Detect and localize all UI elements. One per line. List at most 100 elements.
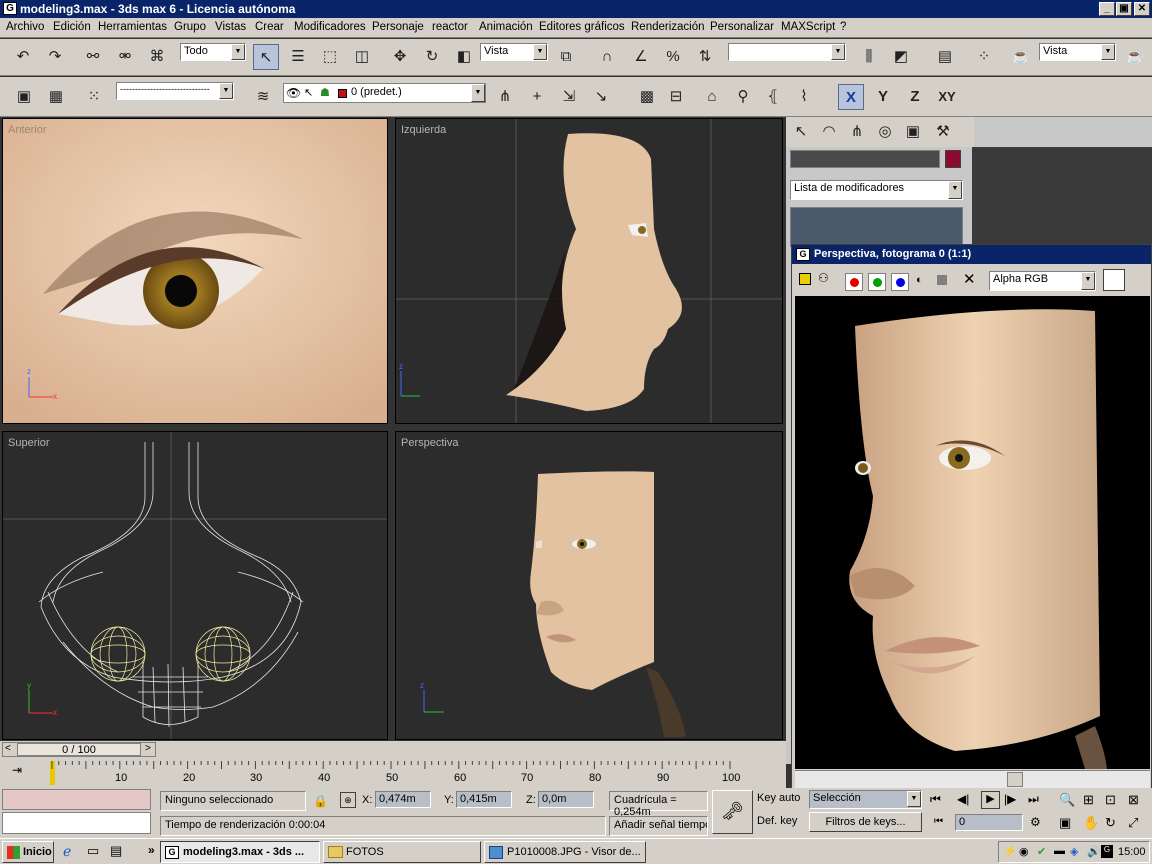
current-frame-field[interactable]: 0: [955, 814, 1023, 831]
select-layer-icon[interactable]: ⇲: [556, 84, 582, 110]
display-tab-icon[interactable]: ▣: [900, 119, 926, 145]
app-icon[interactable]: G: [3, 2, 17, 15]
zoom-extents-icon[interactable]: ⊡: [1105, 792, 1116, 808]
menu-reactor[interactable]: reactor: [432, 21, 468, 33]
viewport-top[interactable]: y x Superior: [2, 431, 388, 740]
hierarchy-tab-icon[interactable]: ⋔: [844, 119, 870, 145]
dope-sheet-icon[interactable]: ⦃: [760, 84, 786, 110]
menu-vistas[interactable]: Vistas: [215, 21, 246, 33]
create-tab-icon[interactable]: ↖: [788, 119, 814, 145]
checker-icon[interactable]: ▩: [634, 84, 660, 110]
viewport-label-left[interactable]: Izquierda: [401, 124, 446, 136]
media-icon[interactable]: ▤: [110, 843, 126, 859]
axis-xy-button[interactable]: XY: [934, 84, 960, 110]
auto-key-button[interactable]: Key auto: [757, 792, 805, 810]
tray-icon-5[interactable]: ◈: [1070, 845, 1078, 858]
motion-tab-icon[interactable]: ◎: [872, 119, 898, 145]
channel-dropdown[interactable]: Alpha RGB ▼: [989, 271, 1096, 291]
time-config-icon[interactable]: ⚙: [1030, 815, 1041, 829]
percent-snap-icon[interactable]: %: [660, 44, 686, 70]
ie-icon[interactable]: ℯ: [63, 843, 79, 859]
clone-window-icon[interactable]: ⚇: [818, 271, 829, 285]
frame-counter[interactable]: 0 / 100: [17, 743, 141, 756]
scale-icon[interactable]: ◧: [451, 44, 477, 70]
green-channel-button[interactable]: [868, 273, 886, 291]
z-coordinate-field[interactable]: 0,0m: [538, 791, 594, 808]
layer-manager-icon[interactable]: ▤: [932, 44, 958, 70]
undo-icon[interactable]: ↶: [10, 44, 36, 70]
viewport-label-perspective[interactable]: Perspectiva: [401, 437, 458, 449]
set-current-layer-icon[interactable]: ↘: [588, 84, 614, 110]
viewport-label-front[interactable]: Anterior: [8, 124, 47, 136]
maxscript-input[interactable]: [2, 812, 151, 834]
character-icon[interactable]: ⚲: [730, 84, 756, 110]
pan-icon[interactable]: ✋: [1083, 815, 1099, 831]
track-view-icon[interactable]: ⊟: [663, 84, 689, 110]
viewport-label-top[interactable]: Superior: [8, 437, 50, 449]
menu-editores-graficos[interactable]: Editores gráficos: [539, 21, 625, 33]
set-key-button[interactable]: Def. key: [757, 815, 805, 833]
menu-archivo[interactable]: Archivo: [6, 21, 44, 33]
set-key-icon[interactable]: 🗝: [712, 790, 753, 834]
y-coordinate-field[interactable]: 0,415m: [456, 791, 512, 808]
menu-crear[interactable]: Crear: [255, 21, 284, 33]
previous-frame-icon[interactable]: ◀|: [957, 792, 969, 806]
start-button[interactable]: Inicio: [2, 841, 54, 863]
box-icon[interactable]: ▣: [11, 84, 37, 110]
key-filters-button[interactable]: Filtros de keys...: [809, 812, 922, 832]
lock-icon[interactable]: 🔒: [313, 794, 328, 808]
add-time-tag-button[interactable]: Añadir señal tiempo: [609, 816, 708, 836]
pivot-center-icon[interactable]: ⧉: [553, 44, 579, 70]
tray-icon-1[interactable]: ⚡: [1003, 845, 1017, 858]
axis-z-button[interactable]: Z: [902, 84, 928, 110]
restore-button[interactable]: ▣: [1116, 2, 1132, 16]
select-by-name-icon[interactable]: ☰: [285, 44, 311, 70]
zoom-all-icon[interactable]: ⊞: [1083, 792, 1094, 808]
render-view-dropdown[interactable]: Vista ▼: [1039, 43, 1116, 61]
blue-channel-button[interactable]: [891, 273, 909, 291]
menu-personalizar[interactable]: Personalizar: [710, 21, 774, 33]
object-color-swatch[interactable]: [945, 150, 961, 168]
spinner-snap-icon[interactable]: ⇅: [692, 44, 718, 70]
prev-frame-button[interactable]: <: [5, 743, 11, 754]
task-image-viewer[interactable]: P1010008.JPG - Visor de...: [484, 841, 646, 863]
next-frame-button[interactable]: >: [145, 743, 151, 754]
play-icon[interactable]: ▶: [981, 791, 1000, 809]
material-editor-icon[interactable]: ⁘: [971, 44, 997, 70]
key-mode-icon[interactable]: ⏮: [934, 816, 943, 827]
go-to-start-icon[interactable]: ⏮: [930, 792, 941, 807]
add-to-layer-icon[interactable]: ⋔: [492, 84, 518, 110]
track-bar[interactable]: 10 20 30 40 50 60 70 80 90 100: [50, 761, 784, 785]
unlink-icon[interactable]: ⚮: [112, 44, 138, 70]
bind-space-warp-icon[interactable]: ⌘: [144, 44, 170, 70]
maximize-viewport-icon[interactable]: ⤢: [1128, 815, 1138, 831]
snap-3d-icon[interactable]: ∩: [594, 44, 620, 70]
next-frame-icon[interactable]: |▶: [1004, 792, 1016, 806]
tray-icon-3[interactable]: ✔: [1037, 845, 1046, 858]
schematic-icon[interactable]: ⌂: [699, 84, 725, 110]
menu-personaje[interactable]: Personaje: [372, 21, 424, 33]
selection-filter-dropdown[interactable]: Todo ▼: [180, 43, 246, 61]
redo-icon[interactable]: ↷: [42, 44, 68, 70]
menu-edicion[interactable]: Edición: [53, 21, 91, 33]
go-to-end-icon[interactable]: ⏭: [1028, 792, 1039, 807]
modifier-stack[interactable]: [790, 207, 963, 247]
select-object-icon[interactable]: ↖: [253, 44, 279, 70]
clear-icon[interactable]: ✕: [963, 270, 976, 288]
track-bar-icon[interactable]: ⇥: [12, 763, 34, 781]
angle-snap-icon[interactable]: ∠: [628, 44, 654, 70]
mirror-icon[interactable]: ⫼: [856, 44, 882, 70]
menu-animacion[interactable]: Animación: [479, 21, 533, 33]
modifier-list-dropdown[interactable]: Lista de modificadores ▼: [790, 180, 963, 200]
link-icon[interactable]: ⚯: [80, 44, 106, 70]
color-swatch[interactable]: [1103, 269, 1125, 291]
task-fotos[interactable]: FOTOS: [323, 841, 481, 863]
zoom-icon[interactable]: 🔍: [1059, 792, 1075, 808]
menu-modificadores[interactable]: Modificadores: [294, 21, 366, 33]
layers-icon[interactable]: ≋: [250, 84, 276, 110]
menu-help[interactable]: ?: [840, 21, 846, 33]
menu-grupo[interactable]: Grupo: [174, 21, 206, 33]
red-channel-button[interactable]: [845, 273, 863, 291]
menu-herramientas[interactable]: Herramientas: [98, 21, 167, 33]
ref-coord-dropdown[interactable]: Vista ▼: [480, 43, 548, 61]
